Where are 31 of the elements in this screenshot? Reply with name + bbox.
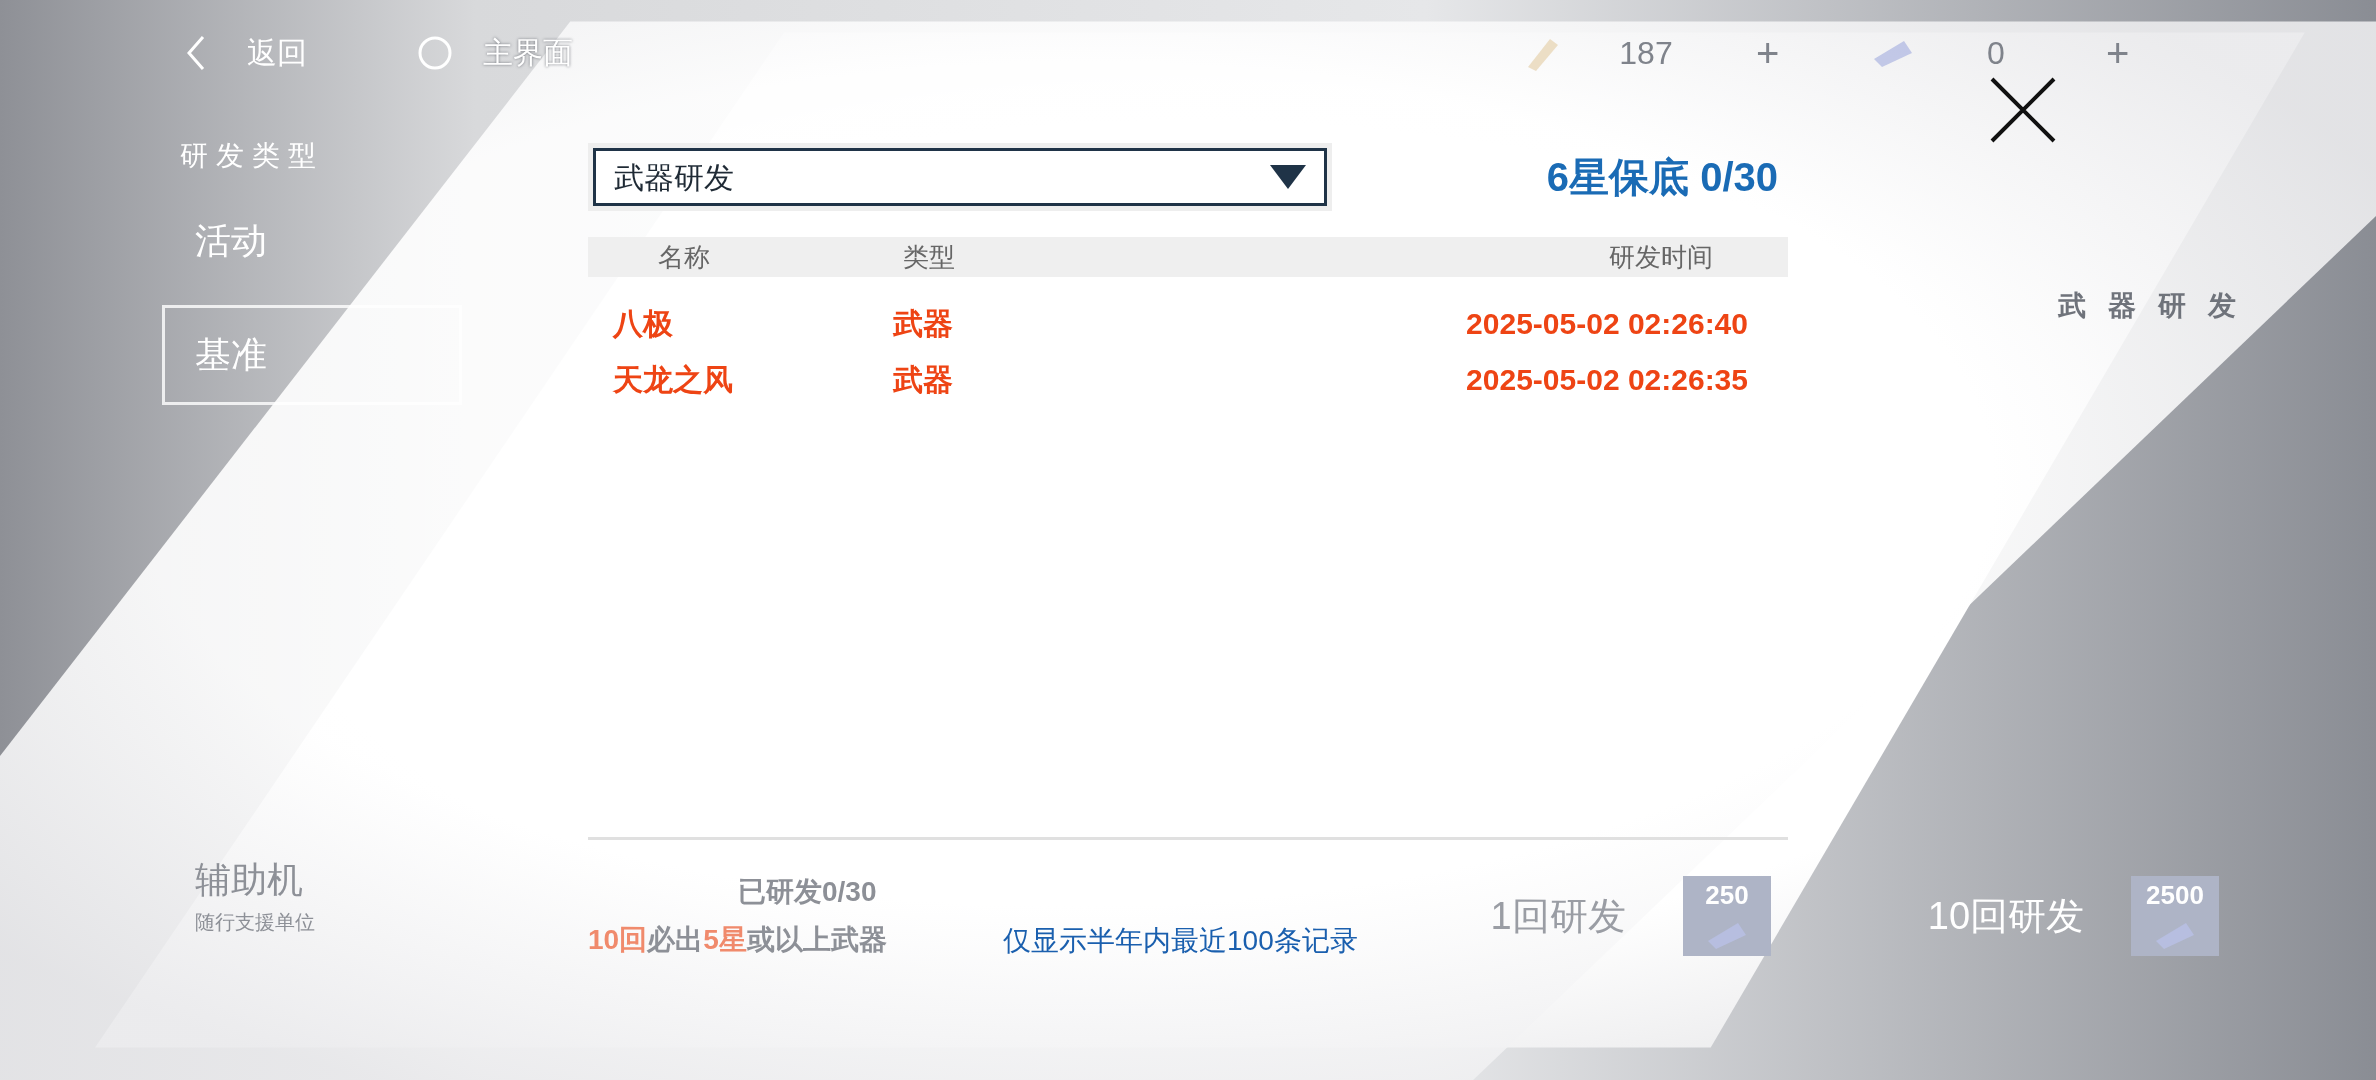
add-button[interactable]: + <box>2106 32 2130 73</box>
column-header: 类型 <box>903 240 956 274</box>
category-tab[interactable]: 活动 <box>162 191 462 291</box>
pool-dropdown[interactable]: 武器研发 <box>593 148 1327 206</box>
back-button[interactable]: 返回 <box>247 30 307 75</box>
guarantee-text: 10回必出5星或以上武器 <box>588 923 888 957</box>
table-cell-text: 2025-05-02 02:26:35 <box>1465 361 1748 398</box>
cost-box: 2500 <box>2131 876 2219 956</box>
pity-counter: 6星保底 0/30 <box>1546 154 1778 201</box>
section-title: 研发类型 <box>180 139 325 173</box>
close-button[interactable] <box>1988 75 2058 145</box>
table-cell-text: 2025-05-02 02:26:40 <box>1465 305 1748 342</box>
notice-text: 仅显示半年内最近100条记录 <box>1003 924 1359 958</box>
draw-button[interactable]: 1回研发 <box>1433 887 1683 945</box>
progress-text: 已研发0/30 <box>737 875 878 909</box>
column-header: 名称 <box>657 240 711 274</box>
category-tab[interactable]: 辅助机 随行支援单位 <box>162 845 462 945</box>
circle-icon[interactable] <box>417 34 453 71</box>
caret-icon <box>1270 165 1306 189</box>
category-tab[interactable]: 基准 <box>162 305 462 405</box>
table-cell-text: 武器 <box>893 361 954 398</box>
add-button[interactable]: + <box>1756 32 1780 73</box>
table-cell-text: 八极 <box>611 305 674 342</box>
table-cell-text: 天龙之风 <box>612 361 734 398</box>
table-cell-text: 武器 <box>893 305 954 342</box>
banner-title: 武器研发 <box>2058 289 2258 323</box>
column-header: 研发时间 <box>1608 240 1713 274</box>
cost-box: 250 <box>1683 876 1771 956</box>
currency-amount: 0 <box>1986 33 2006 73</box>
currency-amount: 187 <box>1618 33 1674 73</box>
draw-button[interactable]: 10回研发 <box>1881 887 2131 945</box>
